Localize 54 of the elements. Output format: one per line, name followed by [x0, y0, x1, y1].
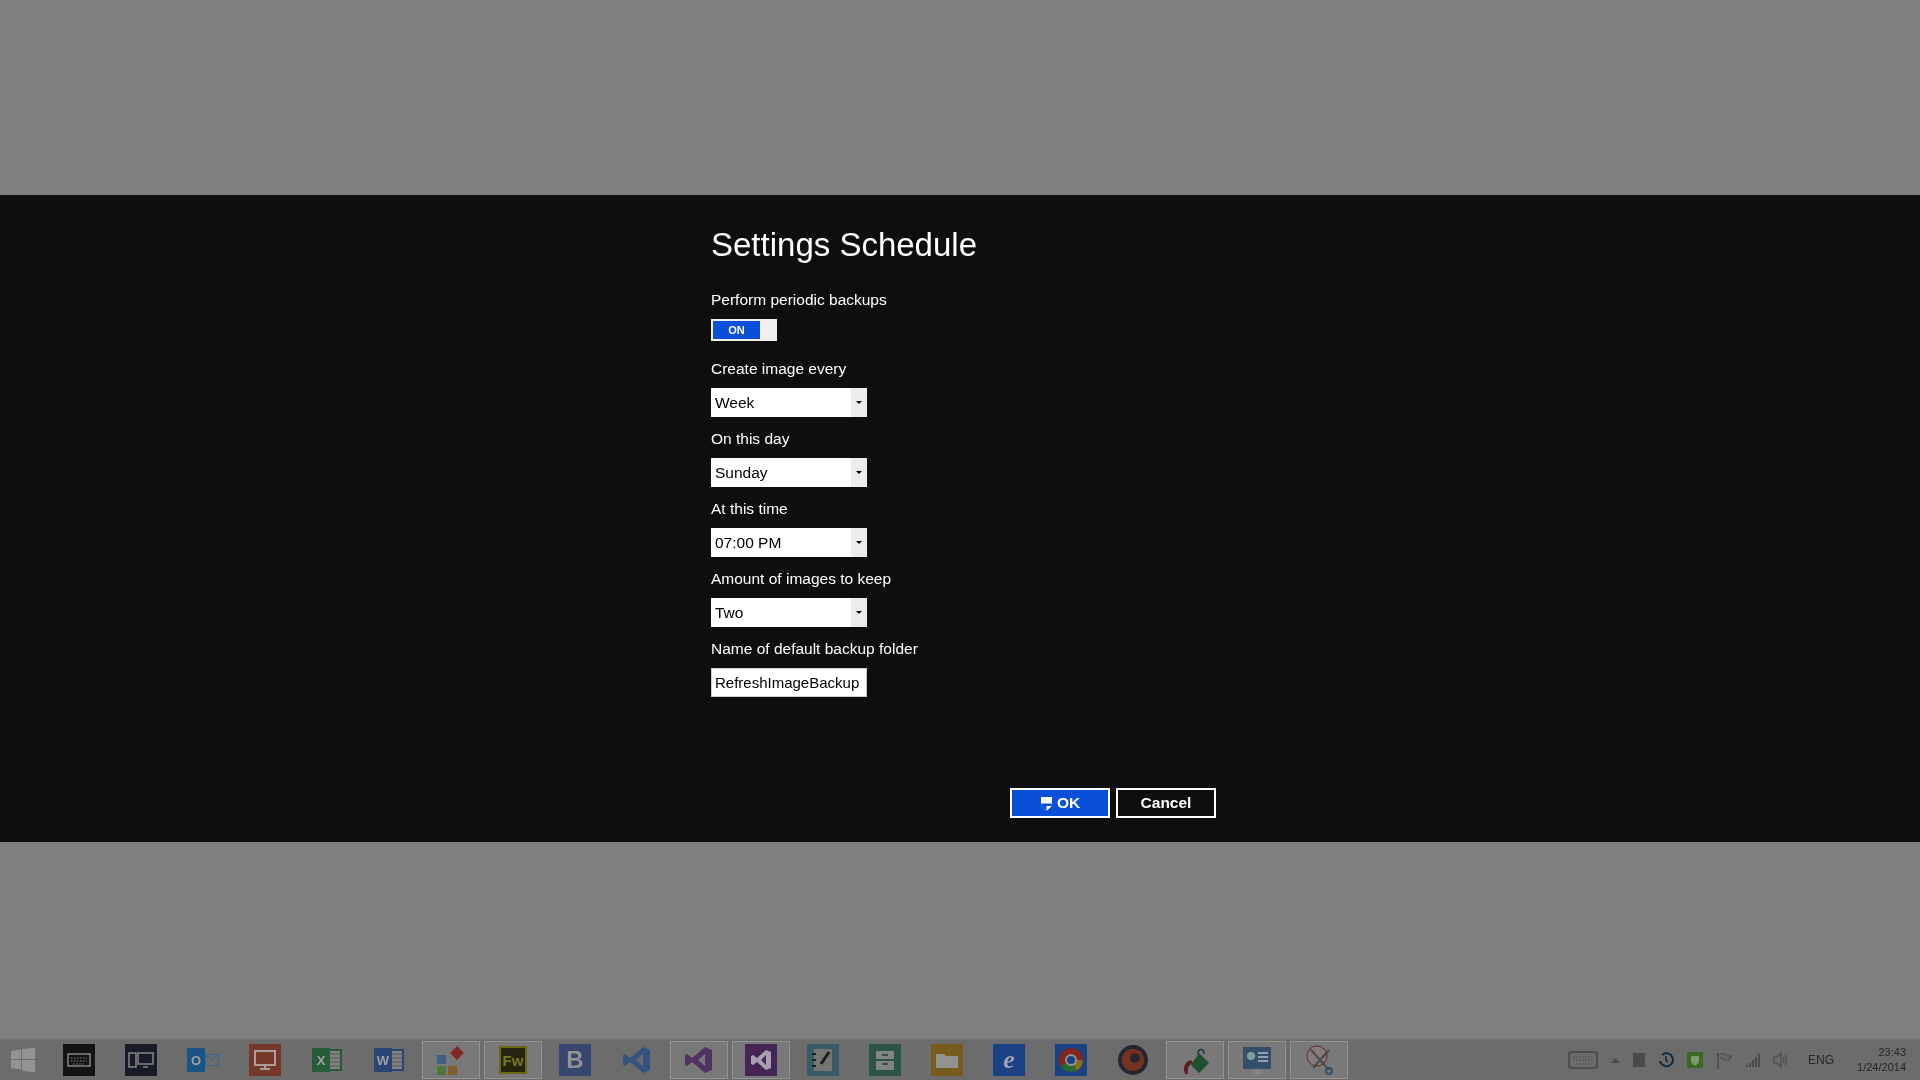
dropdown[interactable]: Sunday [711, 458, 867, 487]
caret-icon [856, 401, 862, 404]
ribbon-logo-icon [622, 1045, 652, 1075]
taskbar-button[interactable] [732, 1041, 790, 1079]
browser-icon: e [993, 1044, 1025, 1076]
windows-logo-icon [10, 1047, 36, 1073]
dropdown[interactable]: 07:00 PM [711, 528, 867, 557]
cabinet-icon [869, 1044, 901, 1076]
taskbar-button[interactable] [670, 1041, 728, 1079]
field-label: Create image every [711, 359, 847, 379]
dropdown[interactable]: Two [711, 598, 867, 627]
ribbon-logo-icon [684, 1045, 714, 1075]
scissors-icon [1303, 1044, 1335, 1076]
app-tile-icon: Fw [499, 1046, 527, 1074]
speaker-icon[interactable] [1773, 1052, 1790, 1068]
signal-bars-icon[interactable] [1745, 1053, 1761, 1067]
caret-icon [856, 471, 862, 474]
field-label: On this day [711, 429, 790, 449]
caret-icon [856, 541, 862, 544]
caret-icon [856, 611, 862, 614]
keyboard-icon[interactable] [1568, 1051, 1599, 1069]
cancel-button[interactable]: Cancel [1116, 788, 1216, 818]
app-tile-icon: B [559, 1044, 591, 1076]
keyboard-icon [63, 1044, 95, 1076]
monitor-icon [249, 1044, 281, 1076]
field-label: Perform periodic backups [711, 290, 887, 310]
flag-icon[interactable] [1716, 1051, 1733, 1069]
taskbar-button[interactable] [1290, 1041, 1348, 1079]
ok-button[interactable]: OK [1010, 788, 1110, 818]
browser-ring-icon [1055, 1044, 1087, 1076]
taskbar-button[interactable] [422, 1041, 480, 1079]
field-label: Amount of images to keep [711, 569, 892, 589]
clock-icon[interactable] [1658, 1052, 1675, 1068]
ribbon-logo-icon [745, 1044, 777, 1076]
text-field[interactable]: RefreshImageBackup [711, 668, 867, 697]
square-icon[interactable] [1633, 1053, 1646, 1067]
computer-icon [125, 1044, 157, 1076]
shield-icon[interactable] [1687, 1052, 1704, 1068]
dropdown[interactable]: Week [711, 388, 867, 417]
colored-squares-icon [435, 1044, 467, 1076]
toggle-switch[interactable]: ON [711, 319, 777, 341]
taskbar-button[interactable]: e [980, 1041, 1038, 1079]
taskbar-button[interactable] [1228, 1041, 1286, 1079]
taskbar-button[interactable] [1166, 1041, 1224, 1079]
taskbar-button[interactable]: W [360, 1041, 418, 1079]
fox-globe-icon [1117, 1044, 1149, 1076]
notebook-pen-icon [807, 1044, 839, 1076]
field-label: Name of default backup folder [711, 639, 918, 659]
folder-icon [931, 1044, 963, 1076]
up-caret-icon[interactable] [1611, 1057, 1621, 1063]
dialog-title: Settings Schedule [711, 225, 977, 265]
dashboard-icon [1241, 1044, 1273, 1076]
shield-icon [1039, 795, 1053, 811]
field-label: At this time [711, 499, 788, 519]
